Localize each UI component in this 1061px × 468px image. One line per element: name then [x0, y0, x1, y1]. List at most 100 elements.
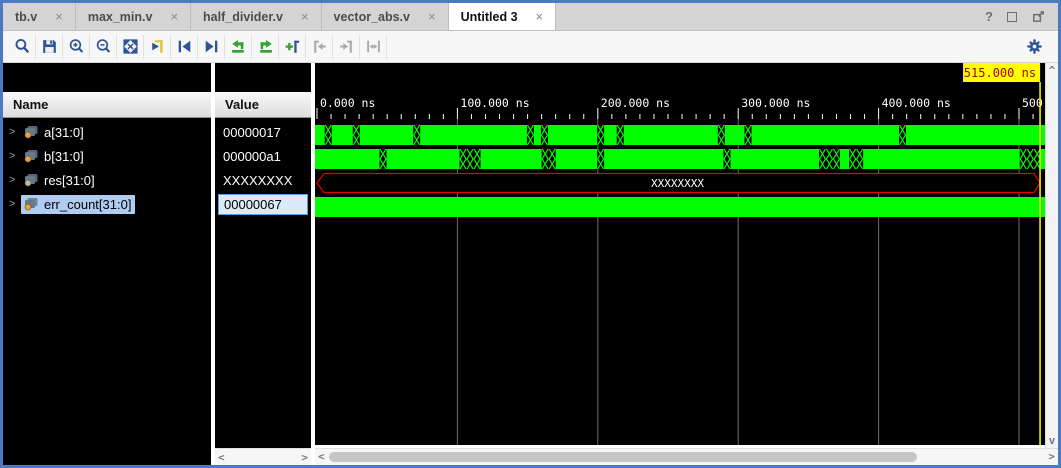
waveform-config-area: Name > a[31:0] > b[31:0] > res[31:0] > err_coun…: [3, 63, 1058, 465]
svg-text:400.000 ns: 400.000 ns: [882, 96, 951, 110]
close-icon[interactable]: ×: [301, 10, 309, 23]
signal-name-label: a[31:0]: [44, 125, 84, 140]
tab-max-min-v[interactable]: max_min.v ×: [76, 3, 191, 30]
svg-text:300.000 ns: 300.000 ns: [741, 96, 810, 110]
gear-icon: [1025, 37, 1044, 56]
signal-value[interactable]: 00000067: [218, 194, 308, 215]
signal-row-b-31-0-[interactable]: > b[31:0]: [3, 144, 211, 168]
next-marker-button[interactable]: [333, 35, 360, 59]
zoom-fit-icon: [121, 37, 140, 56]
scroll-left-icon[interactable]: <: [318, 451, 325, 462]
find-button[interactable]: [9, 35, 36, 59]
tab-half-divider-v[interactable]: half_divider.v ×: [191, 3, 322, 30]
name-header-label: Name: [13, 97, 48, 112]
scroll-up-icon[interactable]: ^: [1049, 65, 1056, 76]
tab-untitled-3[interactable]: Untitled 3 ×: [449, 3, 557, 30]
tab-label: vector_abs.v: [334, 10, 410, 24]
expand-chevron-icon[interactable]: >: [9, 174, 21, 186]
scroll-left-icon[interactable]: <: [218, 452, 225, 463]
expand-chevron-icon[interactable]: >: [9, 198, 21, 210]
go-to-last-time-icon: [202, 37, 221, 56]
close-icon[interactable]: ×: [55, 10, 63, 23]
add-marker-button[interactable]: [279, 35, 306, 59]
help-icon[interactable]: ?: [985, 9, 993, 24]
svg-text:200.000 ns: 200.000 ns: [601, 96, 670, 110]
vivado-waveform-window: tb.v×max_min.v×half_divider.v×vector_abs…: [0, 0, 1061, 468]
signal-row-a-31-0-[interactable]: > a[31:0]: [3, 120, 211, 144]
svg-text:515.000 ns: 515.000 ns: [964, 66, 1036, 80]
go-to-time-0-icon: [175, 37, 194, 56]
waveform-vertical-scrollbar[interactable]: ^ v: [1045, 63, 1058, 448]
swap-cursors-icon: [364, 37, 383, 56]
next-transition-icon: [256, 37, 275, 56]
signal-name-label: err_count[31:0]: [44, 197, 131, 212]
signal-value[interactable]: XXXXXXXX: [218, 171, 297, 190]
zoom-fit-button[interactable]: [117, 35, 144, 59]
value-row-b-31-0-[interactable]: 000000a1: [215, 144, 311, 168]
next-transition-button[interactable]: [252, 35, 279, 59]
tab-label: half_divider.v: [203, 10, 283, 24]
go-to-last-time-button[interactable]: [198, 35, 225, 59]
tab-tb-v[interactable]: tb.v ×: [3, 3, 76, 30]
zoom-to-cursor-button[interactable]: [144, 35, 171, 59]
zoom-in-button[interactable]: [63, 35, 90, 59]
expand-chevron-icon[interactable]: >: [9, 150, 21, 162]
svg-text:0.000 ns: 0.000 ns: [320, 96, 375, 110]
signal-name-label: b[31:0]: [44, 149, 84, 164]
close-icon[interactable]: ×: [170, 10, 178, 23]
tab-vector-abs-v[interactable]: vector_abs.v ×: [322, 3, 449, 30]
settings-button[interactable]: [1021, 35, 1048, 59]
signal-name-label: res[31:0]: [44, 173, 95, 188]
close-icon[interactable]: ×: [536, 10, 544, 23]
bus-signal-icon: [23, 197, 39, 211]
tab-label: max_min.v: [88, 10, 153, 24]
float-icon[interactable]: [1031, 9, 1046, 24]
previous-transition-button[interactable]: [225, 35, 252, 59]
scroll-right-icon[interactable]: >: [1048, 451, 1055, 462]
tab-bar: tb.v×max_min.v×half_divider.v×vector_abs…: [3, 3, 1058, 31]
name-panel-top-strip: [3, 63, 211, 92]
waveform-area: 0.000 ns 100.000 ns 200.000 ns 300.000 ns 40…: [315, 63, 1058, 465]
go-to-time-0-button[interactable]: [171, 35, 198, 59]
value-column-header[interactable]: Value: [215, 92, 311, 118]
tab-label: Untitled 3: [461, 10, 518, 24]
signal-label-wrap[interactable]: res[31:0]: [21, 171, 99, 190]
expand-chevron-icon[interactable]: >: [9, 126, 21, 138]
signal-name-list: > a[31:0] > b[31:0] > res[31:0] > err_count[31:…: [3, 118, 211, 465]
signal-label-wrap[interactable]: a[31:0]: [21, 123, 88, 142]
value-row-err_count-31-0-[interactable]: 00000067: [215, 192, 311, 216]
previous-marker-button[interactable]: [306, 35, 333, 59]
find-icon: [13, 37, 32, 56]
bus-signal-icon: [23, 149, 39, 163]
signal-name-panel: Name > a[31:0] > b[31:0] > res[31:0] > err_coun…: [3, 63, 211, 465]
value-panel-top-strip: [215, 63, 311, 92]
previous-marker-icon: [310, 37, 329, 56]
signal-value-panel: Value 00000017 000000a1 XXXXXXXX 00000067 <…: [215, 63, 311, 465]
signal-value[interactable]: 000000a1: [218, 147, 286, 166]
zoom-out-button[interactable]: [90, 35, 117, 59]
swap-cursors-button[interactable]: [360, 35, 387, 59]
save-wave-config-button[interactable]: [36, 35, 63, 59]
signal-label-wrap[interactable]: err_count[31:0]: [21, 195, 135, 214]
name-column-header[interactable]: Name: [3, 92, 211, 118]
waveform-horizontal-scrollbar[interactable]: < >: [315, 448, 1058, 465]
scroll-down-icon[interactable]: v: [1049, 435, 1056, 446]
value-horizontal-scrollbar[interactable]: < >: [215, 448, 311, 465]
tab-label: tb.v: [15, 10, 37, 24]
signal-value[interactable]: 00000017: [218, 123, 286, 142]
scroll-right-icon[interactable]: >: [301, 452, 308, 463]
value-header-label: Value: [225, 97, 259, 112]
svg-text:100.000 ns: 100.000 ns: [460, 96, 529, 110]
scrollbar-thumb[interactable]: [329, 452, 917, 462]
close-icon[interactable]: ×: [428, 10, 436, 23]
next-marker-icon: [337, 37, 356, 56]
signal-label-wrap[interactable]: b[31:0]: [21, 147, 88, 166]
signal-row-err_count-31-0-[interactable]: > err_count[31:0]: [3, 192, 211, 216]
signal-value-list: 00000017 000000a1 XXXXXXXX 00000067: [215, 118, 311, 448]
signal-row-res-31-0-[interactable]: > res[31:0]: [3, 168, 211, 192]
value-row-a-31-0-[interactable]: 00000017: [215, 120, 311, 144]
zoom-to-cursor-icon: [148, 37, 167, 56]
waveform-canvas[interactable]: 0.000 ns 100.000 ns 200.000 ns 300.000 ns 40…: [315, 63, 1045, 445]
maximize-icon[interactable]: [1007, 12, 1017, 22]
value-row-res-31-0-[interactable]: XXXXXXXX: [215, 168, 311, 192]
